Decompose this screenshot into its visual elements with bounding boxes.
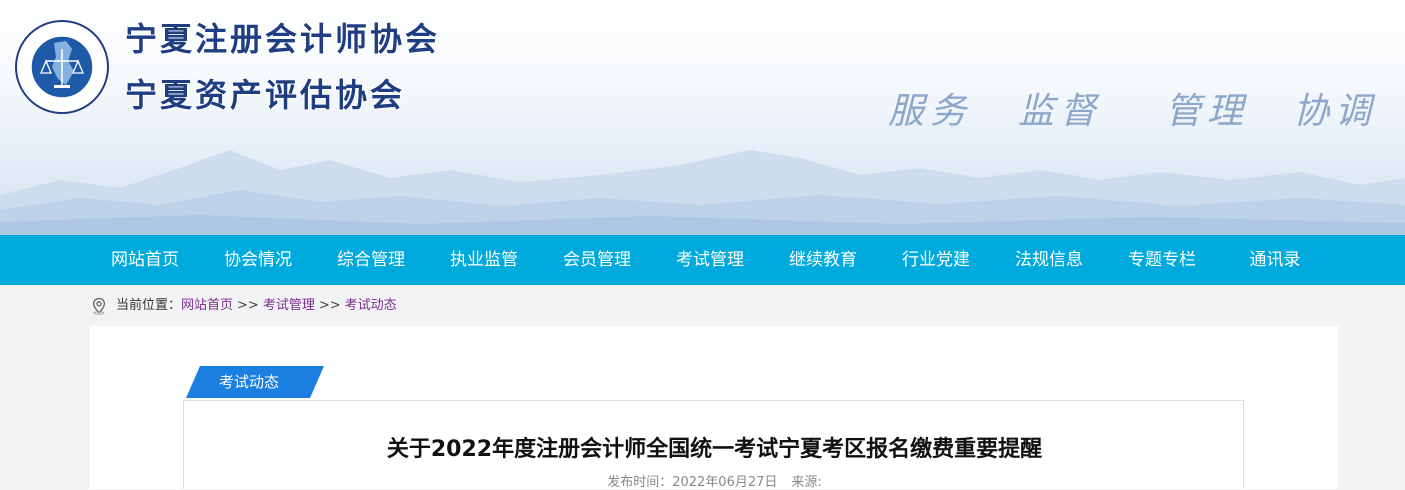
source-label: 来源:: [791, 475, 822, 490]
nav-item-general[interactable]: 综合管理: [321, 235, 421, 285]
site-title-appraisal: 宁夏资产评估协会: [125, 76, 406, 114]
breadcrumb-current-link[interactable]: 考试动态: [345, 296, 397, 316]
site-title-cpa: 宁夏注册会计师协会: [125, 20, 441, 58]
section-tag-label: 考试动态: [218, 373, 279, 391]
article-card: 关于2022年度注册会计师全国统一考试宁夏考区报名缴费重要提醒 发布时间：202…: [183, 400, 1245, 490]
header-banner: 宁夏注册会计师协会 宁夏资产评估协会 服务 监督 管理 协调: [0, 0, 1405, 235]
nav-item-party[interactable]: 行业党建: [886, 235, 986, 285]
nav-item-regulations[interactable]: 法规信息: [999, 235, 1099, 285]
breadcrumb-exams-link[interactable]: 考试管理: [263, 296, 315, 316]
slogan-supervision: 监督: [1018, 91, 1103, 132]
slogan-management: 管理: [1165, 91, 1250, 132]
publish-info: 发布时间：2022年06月27日: [607, 475, 777, 490]
location-pin-icon: [92, 297, 106, 315]
nav-item-exams[interactable]: 考试管理: [660, 235, 760, 285]
slogan-service: 服务: [888, 91, 973, 132]
nav-item-members[interactable]: 会员管理: [547, 235, 647, 285]
breadcrumb-prefix: 当前位置：: [116, 298, 182, 313]
breadcrumb-separator: >>: [237, 298, 259, 313]
site-titles: 宁夏注册会计师协会 宁夏资产评估协会: [125, 20, 440, 114]
article-meta: 发布时间：2022年06月27日 来源:: [184, 471, 1245, 490]
nav-item-directory[interactable]: 通讯录: [1225, 235, 1325, 285]
nav-item-about[interactable]: 协会情况: [208, 235, 308, 285]
article-title: 关于2022年度注册会计师全国统一考试宁夏考区报名缴费重要提醒: [386, 437, 1043, 462]
publish-label: 发布时间：: [607, 475, 673, 490]
breadcrumb-separator: >>: [318, 298, 341, 313]
nav-item-topics[interactable]: 专题专栏: [1112, 235, 1212, 285]
nav-item-home[interactable]: 网站首页: [95, 235, 195, 285]
publish-date: 2022年06月27日: [672, 475, 778, 490]
nav-item-education[interactable]: 继续教育: [773, 235, 873, 285]
main-nav: 网站首页 协会情况 综合管理 执业监管 会员管理 考试管理 继续教育 行业党建 …: [0, 235, 1405, 285]
nav-item-supervision[interactable]: 执业监管: [434, 235, 534, 285]
breadcrumb-home-link[interactable]: 网站首页: [181, 296, 233, 316]
section-tag: 考试动态: [186, 366, 324, 398]
breadcrumb: 当前位置： 网站首页 >> 考试管理 >> 考试动态: [90, 296, 397, 316]
association-seal-icon[interactable]: [14, 19, 110, 115]
slogan-coordination: 协调: [1293, 91, 1378, 132]
